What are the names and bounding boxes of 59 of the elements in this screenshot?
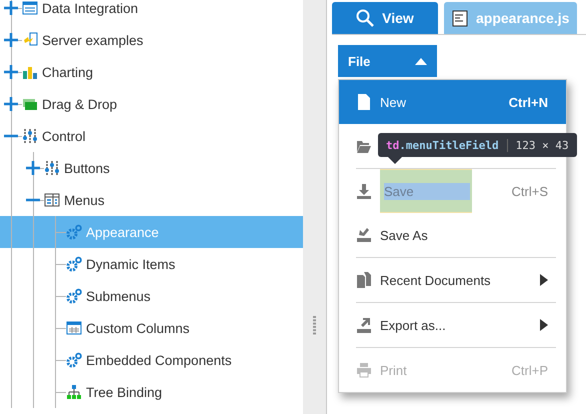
menu-item[interactable]: Save As <box>339 213 566 257</box>
tree-item[interactable]: Submenus <box>0 280 303 312</box>
sliders-icon <box>22 128 38 144</box>
export-icon <box>357 317 371 333</box>
caret-up-icon <box>415 58 427 64</box>
expand-icon[interactable] <box>4 1 18 15</box>
menu-item-label: Save <box>384 183 470 200</box>
expand-icon[interactable] <box>4 65 18 79</box>
table-icon <box>66 320 82 336</box>
menu-item[interactable]: Export as... <box>339 303 566 347</box>
tree-item[interactable]: Charting <box>0 56 303 88</box>
download-icon <box>357 183 371 199</box>
menu-item-label: Print <box>380 362 408 378</box>
file-menu-button[interactable]: File <box>338 45 437 77</box>
folder-icon <box>357 138 371 154</box>
menu-item[interactable]: New Ctrl+N <box>339 80 566 124</box>
gears-icon <box>66 352 82 368</box>
menu-item[interactable]: Save Ctrl+S <box>339 169 566 213</box>
shortcut-label: Ctrl+S <box>512 184 548 198</box>
expand-icon[interactable] <box>26 161 40 175</box>
save-as-icon <box>357 227 371 243</box>
sliders-icon <box>44 160 60 176</box>
printer-icon <box>357 362 371 378</box>
tree-item[interactable]: Tree Binding <box>0 376 303 408</box>
shortcut-label: Ctrl+N <box>508 94 548 110</box>
submenu-arrow-icon <box>540 319 548 331</box>
server-icon <box>22 32 38 48</box>
tree-item[interactable]: Embedded Components <box>0 344 303 376</box>
tree-item[interactable]: Buttons <box>0 152 303 184</box>
tree-item[interactable]: Custom Columns <box>0 312 303 344</box>
submenu-arrow-icon <box>540 274 548 286</box>
tree-item[interactable]: Server examples <box>0 24 303 56</box>
expand-icon[interactable] <box>4 33 18 47</box>
menu-icon <box>44 192 60 208</box>
documents-icon <box>357 272 371 288</box>
menu-item-label: Recent Documents <box>380 272 492 288</box>
search-icon <box>356 9 374 27</box>
tree-item[interactable]: Menus <box>0 184 303 216</box>
bar-chart-icon <box>22 64 38 80</box>
shortcut-label: Ctrl+P <box>512 362 548 378</box>
expand-icon[interactable] <box>4 97 18 111</box>
tree-item[interactable]: Drag & Drop <box>0 88 303 120</box>
tab[interactable]: View <box>332 2 438 34</box>
element-selector: td.menuTitleField <box>386 138 499 152</box>
hierarchy-icon <box>66 384 82 400</box>
menu-item-label: Export as... <box>380 318 447 332</box>
gears-icon <box>66 256 82 272</box>
menu-item-label: Save As <box>380 228 429 242</box>
tree-item[interactable]: Dynamic Items <box>0 248 303 280</box>
menu-item-label: New <box>380 94 408 110</box>
tree-item[interactable]: Control <box>0 120 303 152</box>
menu-item[interactable]: Recent Documents <box>339 258 566 302</box>
folder-icon <box>22 96 38 112</box>
document-icon <box>452 10 468 26</box>
splitter-handle-icon[interactable] <box>313 316 316 335</box>
element-size: 123 × 43 <box>506 138 569 152</box>
document-icon <box>357 94 371 110</box>
gears-icon <box>66 288 82 304</box>
gears-icon <box>66 224 82 240</box>
